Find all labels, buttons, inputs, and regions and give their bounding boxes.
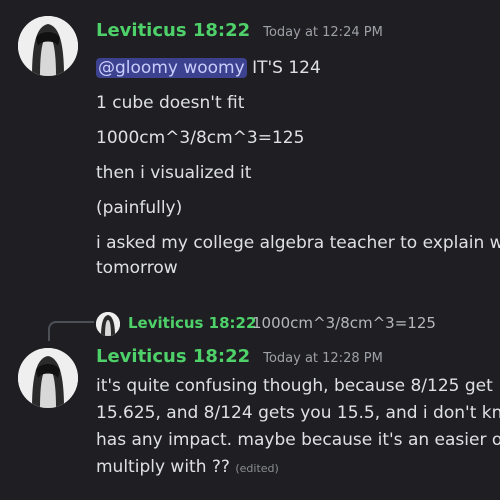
- timestamp: Today at 12:28 PM: [263, 351, 383, 366]
- reply-preview-text[interactable]: 1000cm^3/8cm^3=125: [252, 314, 436, 332]
- message-line: 1 cube doesn't fit: [96, 93, 245, 113]
- avatar[interactable]: [18, 348, 78, 408]
- message-line: (painfully): [96, 198, 183, 218]
- reply-connector: [48, 321, 94, 341]
- message-line: tomorrow: [96, 258, 178, 278]
- message-header: Leviticus 18:22 Today at 12:28 PM: [96, 346, 383, 367]
- author-name[interactable]: Leviticus 18:22: [96, 20, 250, 41]
- message-text: IT'S 124: [246, 58, 321, 78]
- reply-author-name[interactable]: Leviticus 18:22: [128, 314, 256, 332]
- message-text: multiply with ??: [96, 457, 230, 477]
- message-header: Leviticus 18:22 Today at 12:24 PM: [96, 20, 383, 41]
- reply-avatar[interactable]: [96, 312, 120, 336]
- message-line: i asked my college algebra teacher to ex…: [96, 233, 500, 253]
- message-line: it's quite confusing though, because 8/1…: [96, 376, 493, 396]
- message-line: then i visualized it: [96, 163, 252, 183]
- message-line: 15.625, and 8/124 gets you 15.5, and i d…: [96, 403, 500, 423]
- message-line: 1000cm^3/8cm^3=125: [96, 128, 305, 148]
- author-name[interactable]: Leviticus 18:22: [96, 346, 250, 367]
- avatar[interactable]: [18, 16, 78, 76]
- timestamp: Today at 12:24 PM: [263, 25, 383, 40]
- user-mention[interactable]: @gloomy woomy: [96, 58, 247, 78]
- message-line: has any impact. maybe because it's an ea…: [96, 430, 500, 450]
- message-line: multiply with ?? (edited): [96, 456, 279, 480]
- edited-label: (edited): [235, 462, 279, 475]
- message-line: @gloomy woomy IT'S 124: [96, 57, 321, 79]
